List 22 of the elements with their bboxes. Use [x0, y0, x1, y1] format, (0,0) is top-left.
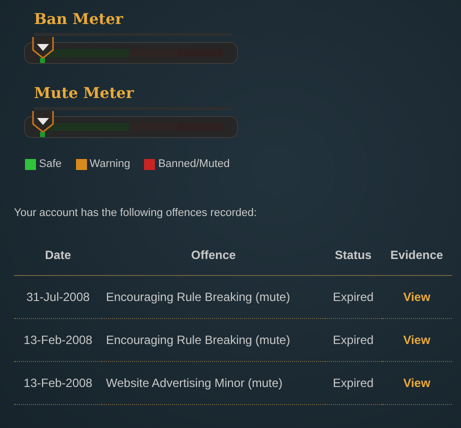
- column-header: Offence: [102, 235, 325, 276]
- date-cell: 13-Feb-2008: [14, 362, 102, 404]
- offence-cell: Encouraging Rule Breaking (mute): [102, 276, 325, 318]
- date-cell: 13-Feb-2008: [14, 318, 102, 362]
- date-cell: 31-Jul-2008: [14, 276, 102, 318]
- view-link[interactable]: View: [403, 376, 430, 390]
- offence-cell: Website Advertising Minor (mute): [102, 362, 325, 404]
- column-header: Status: [325, 235, 382, 276]
- column-header: Evidence: [382, 235, 452, 276]
- status-cell: Expired: [325, 318, 382, 362]
- status-cell: Expired: [325, 362, 382, 404]
- status-cell: Expired: [325, 276, 382, 318]
- intro-text: Your account has the following offences recorded:: [14, 207, 258, 219]
- offence-cell: Encouraging Rule Breaking (mute): [102, 318, 325, 362]
- meter-title: Mute Meter: [34, 84, 135, 102]
- legend-label: Safe: [39, 158, 62, 170]
- legend-label: Warning: [90, 158, 130, 170]
- view-link[interactable]: View: [403, 290, 430, 304]
- meter-title: Ban Meter: [34, 10, 124, 28]
- legend-label: Banned/Muted: [158, 158, 230, 170]
- column-header: Date: [14, 235, 102, 276]
- view-link[interactable]: View: [403, 333, 430, 347]
